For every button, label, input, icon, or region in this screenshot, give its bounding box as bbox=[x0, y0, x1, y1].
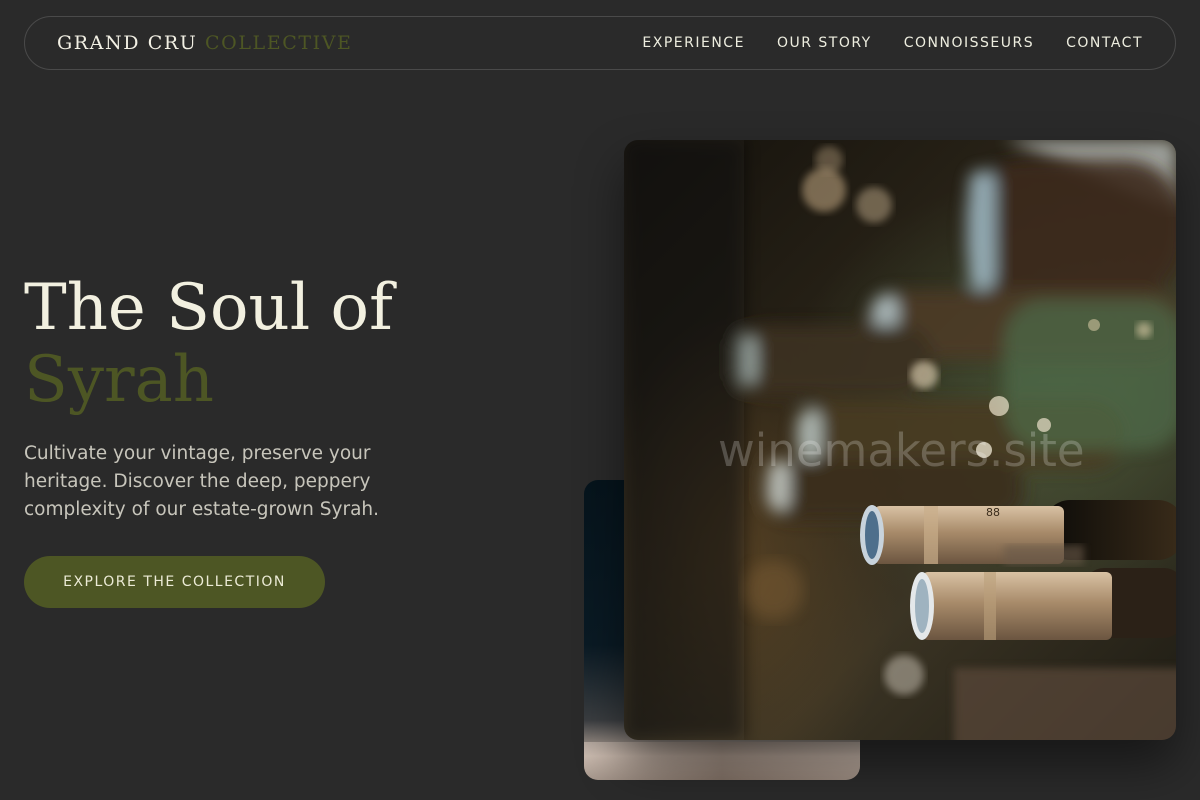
top-navbar: GRAND CRU COLLECTIVE EXPERIENCE OUR STOR… bbox=[24, 16, 1176, 70]
landing-page: GRAND CRU COLLECTIVE EXPERIENCE OUR STOR… bbox=[0, 0, 1200, 800]
brand-name: GRAND CRU bbox=[57, 32, 198, 54]
bottle-mark: 88 bbox=[986, 506, 1000, 519]
nav-link-experience[interactable]: EXPERIENCE bbox=[642, 35, 745, 51]
nav-link-contact[interactable]: CONTACT bbox=[1066, 35, 1143, 51]
brand-logo[interactable]: GRAND CRU COLLECTIVE bbox=[57, 32, 353, 54]
nav-links: EXPERIENCE OUR STORY CONNOISSEURS CONTAC… bbox=[642, 35, 1143, 51]
explore-collection-button[interactable]: EXPLORE THE COLLECTION bbox=[24, 556, 325, 608]
hero-title-line2: Syrah bbox=[24, 343, 214, 417]
nav-link-connoisseurs[interactable]: CONNOISSEURS bbox=[904, 35, 1034, 51]
brand-name-accent: COLLECTIVE bbox=[205, 32, 353, 54]
wine-cellar-photo: 88 bbox=[624, 140, 1176, 740]
hero-title-line1: The Soul of bbox=[24, 271, 393, 345]
hero-title: The Soul of Syrah bbox=[24, 272, 393, 416]
nav-link-our-story[interactable]: OUR STORY bbox=[777, 35, 872, 51]
wine-bottles-illustration: 88 bbox=[624, 140, 1176, 740]
hero-description: Cultivate your vintage, preserve your he… bbox=[24, 443, 380, 520]
